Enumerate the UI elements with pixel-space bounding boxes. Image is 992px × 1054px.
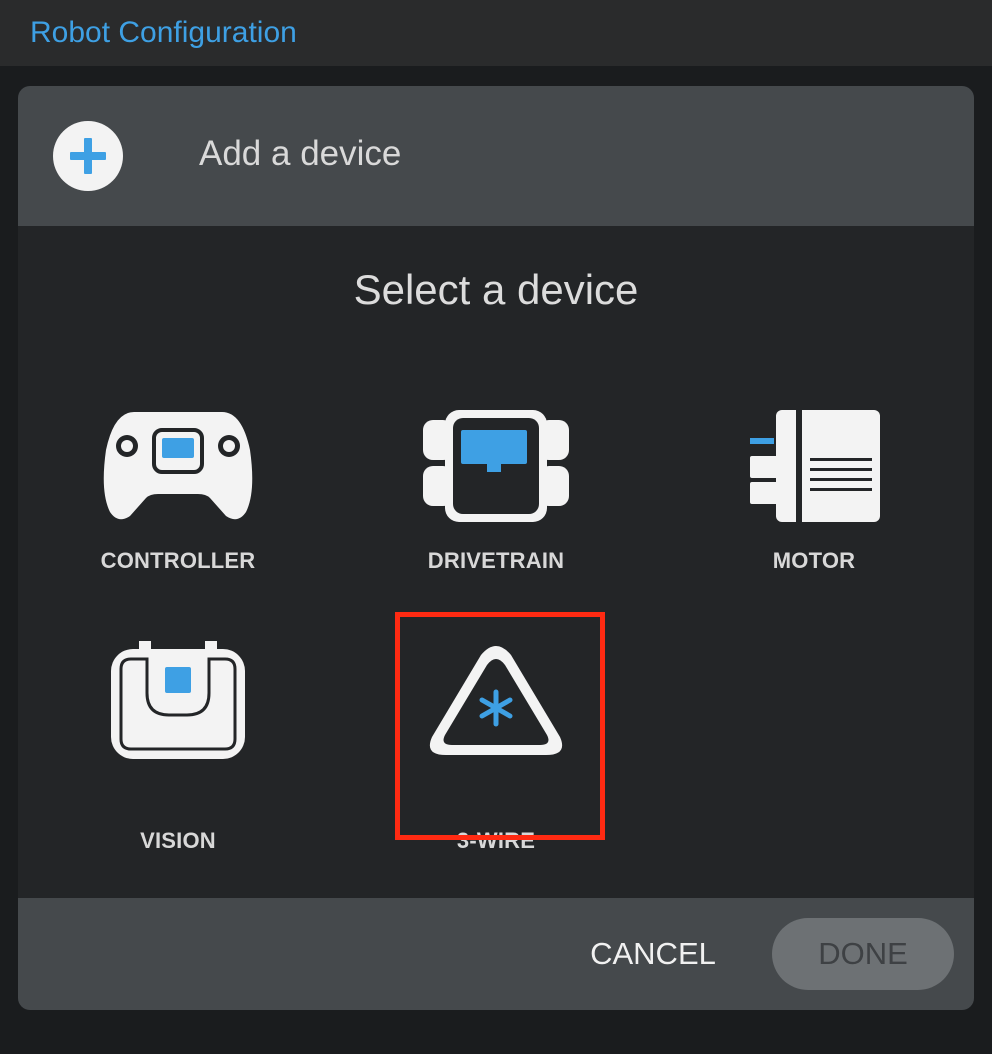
device-label-motor: MOTOR <box>772 548 856 573</box>
select-device-title: Select a device <box>353 266 639 313</box>
device-option-drivetrain[interactable]: DRIVETRAIN <box>391 410 601 640</box>
dialog-footer: CANCEL DONE <box>18 898 974 1010</box>
cancel-button[interactable]: CANCEL <box>578 934 728 974</box>
device-label-drivetrain: DRIVETRAIN <box>427 548 565 573</box>
device-option-motor[interactable]: MOTOR <box>709 410 919 640</box>
vision-sensor-icon <box>73 641 283 771</box>
dialog-header-title: Add a device <box>199 134 402 173</box>
motor-icon <box>709 410 919 540</box>
dialog-header: Add a device <box>18 86 974 226</box>
title-bar: Robot Configuration <box>0 0 992 66</box>
add-icon <box>53 121 123 191</box>
app-title: Robot Configuration <box>30 16 297 49</box>
device-option-vision[interactable]: VISION <box>73 641 283 871</box>
device-label-controller: CONTROLLER <box>100 548 256 573</box>
selection-highlight <box>395 612 605 840</box>
device-option-controller[interactable]: CONTROLLER <box>73 410 283 640</box>
add-device-dialog: Add a device Select a device CONTROLLER <box>18 86 974 1010</box>
device-label-vision: VISION <box>140 828 216 853</box>
done-button[interactable]: DONE <box>772 918 954 990</box>
drivetrain-icon <box>391 410 601 540</box>
gamepad-icon <box>73 410 283 540</box>
